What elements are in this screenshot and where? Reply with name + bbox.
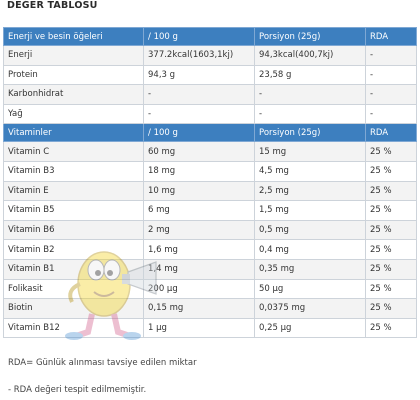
cell-nutrient: Folikasit: [3, 278, 144, 300]
cell-per-100g: 6 mg: [143, 200, 255, 221]
energy-header-row: Enerji ve besin öğeleri/ 100 g Porsiyon (…: [3, 27, 417, 46]
cell-rda: -: [365, 45, 417, 66]
cell-per-serving: 1,5 mg: [254, 200, 366, 221]
table-row: Vitamin B3 18 mg 4,5 mg 25 %: [3, 160, 417, 182]
cell-nutrient: Vitamin B3: [3, 160, 144, 182]
cell-per-serving: 50 µg: [254, 278, 366, 300]
cell-rda: 25 %: [365, 317, 417, 339]
table-row: Folikasit 200 µg 50 µg 25 %: [3, 278, 417, 300]
cell-nutrient: Vitamin E: [3, 180, 144, 202]
cell-per-serving: 0,0375 mg: [254, 298, 366, 319]
header-cell-per-serving: Porsiyon (25g): [254, 27, 366, 46]
header-cell-nutrient: Enerji ve besin öğeleri: [3, 27, 144, 46]
cell-per-100g: 10 mg: [143, 180, 255, 202]
cell-nutrient: Vitamin B2: [3, 239, 144, 260]
cell-per-100g: 200 µg: [143, 278, 255, 300]
header-cell-nutrient: Vitaminler: [3, 123, 144, 143]
cell-per-100g: 0,15 mg: [143, 298, 255, 319]
cell-per-100g: 2 mg: [143, 219, 255, 241]
cell-per-serving: -: [254, 84, 366, 105]
cell-rda: 25 %: [365, 298, 417, 319]
cell-nutrient: Vitamin B1: [3, 258, 144, 280]
cell-per-100g: 1,4 mg: [143, 258, 255, 280]
cell-per-serving: 23,58 g: [254, 64, 366, 86]
cell-per-serving: 2,5 mg: [254, 180, 366, 202]
cell-nutrient: Protein: [3, 64, 144, 86]
cell-per-serving: 15 mg: [254, 141, 366, 162]
cell-per-100g: 94,3 g: [143, 64, 255, 86]
table-row: Biotin 0,15 mg 0,0375 mg 25 %: [3, 298, 417, 319]
table-row: Vitamin E 10 mg 2,5 mg 25 %: [3, 180, 417, 202]
cell-nutrient: Vitamin B5: [3, 200, 144, 221]
cell-rda: 25 %: [365, 141, 417, 162]
header-cell-per-serving: Porsiyon (25g): [254, 123, 366, 143]
table-row: Vitamin B6 2 mg 0,5 mg 25 %: [3, 219, 417, 241]
table-row: Enerji 377.2kcal(1603,1kj) 94,3kcal(400,7k…: [3, 45, 417, 66]
table-row: Protein 94,3 g 23,58 g-: [3, 64, 417, 86]
table-row: Vitamin B12 1 µg 0,25 µg 25 %: [3, 317, 417, 339]
table-row: Vitamin B5 6 mg 1,5 mg 25 %: [3, 200, 417, 221]
cell-per-serving: 0,25 µg: [254, 317, 366, 339]
rda-definition-note: RDA= Günlük alınması tavsiye edilen mikt…: [8, 358, 197, 368]
cell-per-100g: 1,6 mg: [143, 239, 255, 260]
cell-nutrient: Vitamin B12: [3, 317, 144, 339]
page-title: DEĞER TABLOSU: [7, 0, 98, 11]
nutrition-table: Enerji ve besin öğeleri/ 100 g Porsiyon (…: [3, 27, 417, 339]
cell-rda: -: [365, 64, 417, 86]
cell-nutrient: Vitamin B6: [3, 219, 144, 241]
cell-per-serving: -: [254, 103, 366, 125]
table-row: Karbonhidrat - - -: [3, 84, 417, 105]
header-cell-per-100g: / 100 g: [143, 27, 255, 46]
cell-nutrient: Yağ: [3, 103, 144, 125]
cell-rda: 25 %: [365, 200, 417, 221]
cell-per-100g: -: [143, 84, 255, 105]
cell-rda: 25 %: [365, 160, 417, 182]
header-cell-rda: RDA: [365, 27, 417, 46]
cell-rda: 25 %: [365, 180, 417, 202]
cell-nutrient: Enerji: [3, 45, 144, 66]
cell-per-serving: 4,5 mg: [254, 160, 366, 182]
cell-per-100g: 377.2kcal(1603,1kj): [143, 45, 255, 66]
cell-per-100g: -: [143, 103, 255, 125]
cell-per-100g: 18 mg: [143, 160, 255, 182]
cell-rda: 25 %: [365, 278, 417, 300]
header-cell-rda: RDA: [365, 123, 417, 143]
cell-rda: 25 %: [365, 258, 417, 280]
rda-not-set-note: - RDA değeri tespit edilmemiştir.: [8, 385, 147, 395]
cell-per-serving: 0,4 mg: [254, 239, 366, 260]
cell-per-serving: 94,3kcal(400,7kj): [254, 45, 366, 66]
cell-per-serving: 0,35 mg: [254, 258, 366, 280]
cell-rda: 25 %: [365, 239, 417, 260]
header-cell-per-100g: / 100 g: [143, 123, 255, 143]
table-row: Vitamin C 60 mg 15 mg 25 %: [3, 141, 417, 162]
cell-rda: -: [365, 84, 417, 105]
cell-nutrient: Biotin: [3, 298, 144, 319]
table-row: Yağ - - -: [3, 103, 417, 125]
table-row: Vitamin B1 1,4 mg 0,35 mg 25 %: [3, 258, 417, 280]
cell-rda: 25 %: [365, 219, 417, 241]
cell-per-100g: 1 µg: [143, 317, 255, 339]
cell-rda: -: [365, 103, 417, 125]
cell-nutrient: Karbonhidrat: [3, 84, 144, 105]
vitamins-header-row: Vitaminler/ 100 g Porsiyon (25g) RDA: [3, 123, 417, 143]
cell-per-serving: 0,5 mg: [254, 219, 366, 241]
cell-per-100g: 60 mg: [143, 141, 255, 162]
table-row: Vitamin B2 1,6 mg 0,4 mg 25 %: [3, 239, 417, 260]
cell-nutrient: Vitamin C: [3, 141, 144, 162]
